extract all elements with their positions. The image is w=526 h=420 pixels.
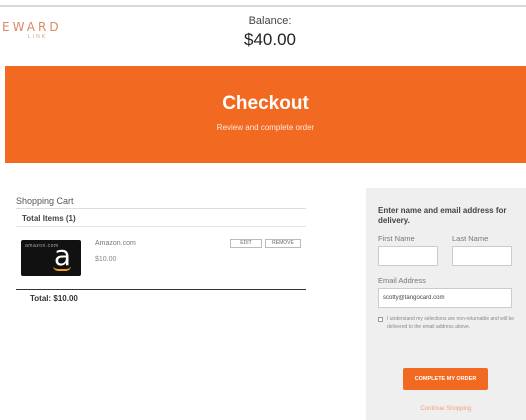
amazon-smile-icon [53, 266, 71, 271]
cart-total: Total: $10.00 [30, 294, 78, 303]
page-subtitle: Review and complete order [216, 123, 315, 132]
shopping-cart-title: Shopping Cart [16, 196, 74, 206]
edit-item-button[interactable]: EDIT [230, 239, 262, 248]
cart-item-price: $10.00 [95, 256, 117, 263]
balance-value: $40.00 [244, 30, 296, 49]
total-divider [16, 289, 306, 290]
delivery-heading: Enter name and email address for deliver… [378, 206, 507, 225]
logo-wordmark: EWARD [2, 20, 62, 34]
divider [16, 226, 306, 227]
cart-item-name: Amazon.com [95, 240, 136, 247]
last-name-field[interactable] [452, 246, 512, 266]
total-items-count: Total Items (1) [22, 214, 76, 223]
complete-order-button[interactable]: COMPLETE MY ORDER [403, 368, 488, 390]
first-name-field[interactable] [378, 246, 438, 266]
amazon-gift-card-image: amazon.com a [21, 240, 81, 276]
remove-item-button[interactable]: REMOVE [265, 239, 301, 248]
terms-checkbox[interactable] [378, 317, 383, 322]
page-title: Checkout [222, 93, 309, 114]
delivery-panel: Enter name and email address for deliver… [366, 188, 526, 420]
logo-subtext: LINK [28, 34, 48, 40]
last-name-label: Last Name [452, 234, 489, 243]
continue-shopping-link[interactable]: Continue Shopping [366, 406, 526, 412]
balance-label: Balance: [248, 15, 292, 27]
terms-text: I understand my selections are non-retur… [387, 316, 515, 330]
first-name-label: First Name [378, 234, 415, 243]
top-divider [0, 5, 526, 7]
divider [16, 208, 306, 209]
balance-display: Balance: $40.00 [220, 14, 320, 50]
logo[interactable]: EWARD LINK [2, 20, 82, 41]
email-field[interactable] [378, 288, 512, 308]
email-label: Email Address [378, 276, 426, 285]
checkout-banner: Checkout Review and complete order [5, 66, 526, 163]
